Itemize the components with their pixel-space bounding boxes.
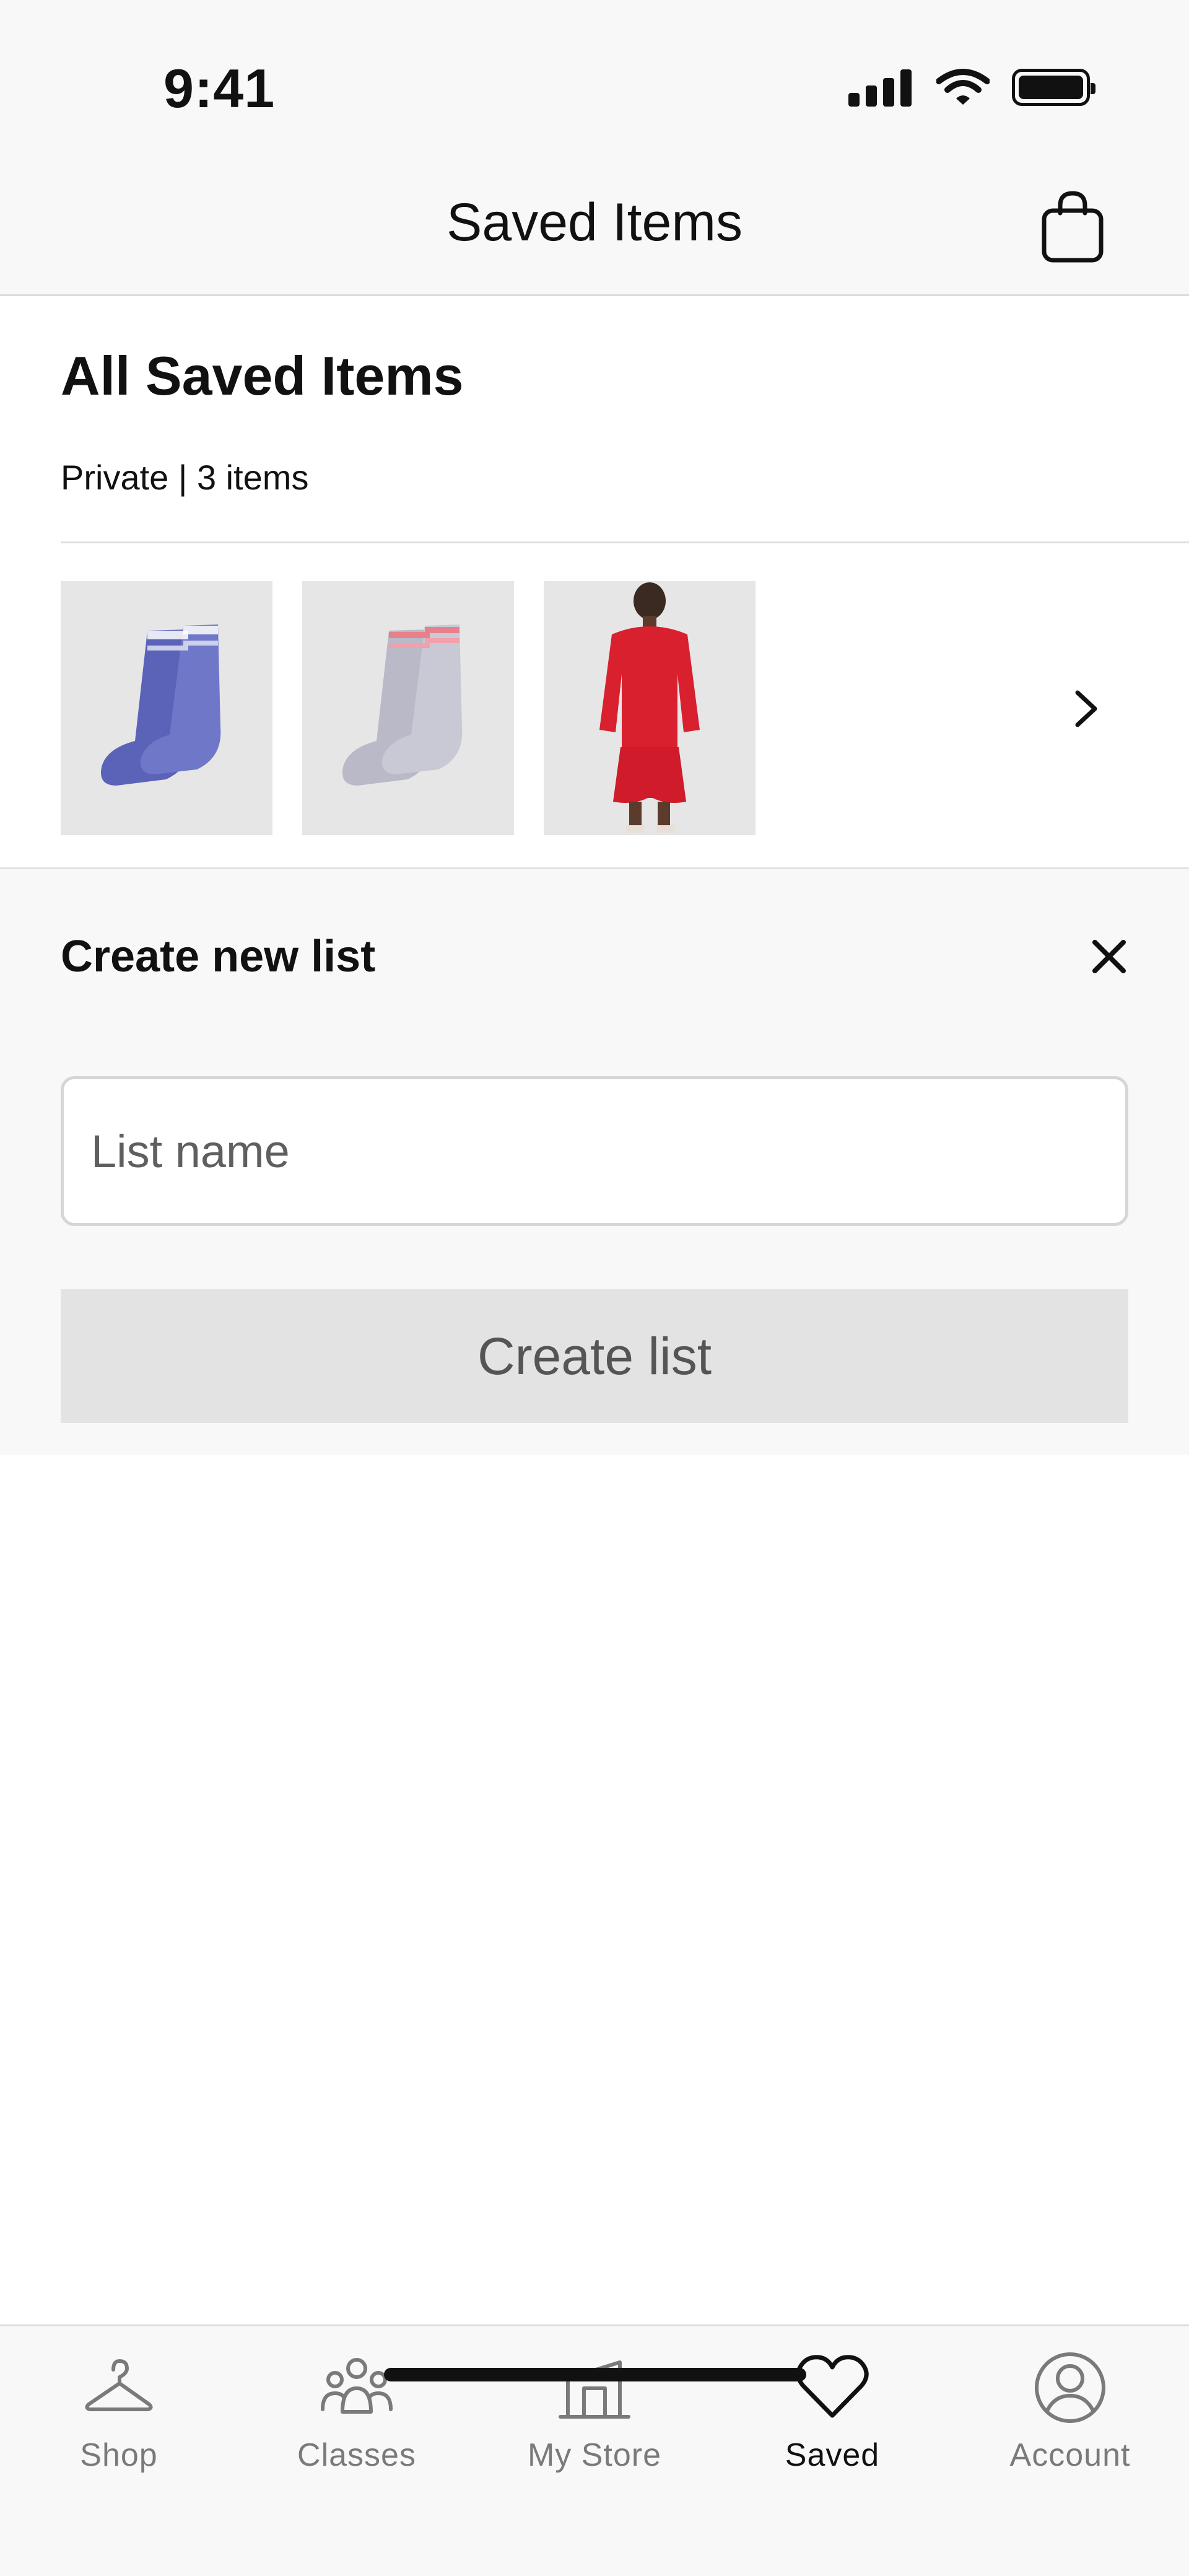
list-name-input[interactable]: [61, 1076, 1128, 1226]
saved-items-screen: 9:41 Saved Items All Saved Items Private…: [0, 0, 1189, 2576]
account-icon: [1035, 2352, 1105, 2423]
model-image: [599, 582, 700, 833]
tab-bar: Shop Classes My Store Saved Account: [0, 2324, 1189, 2576]
tab-shop[interactable]: Shop: [0, 2326, 238, 2487]
saved-list-title[interactable]: All Saved Items: [61, 344, 464, 408]
saved-item-thumbnail-grey-socks[interactable]: [302, 581, 514, 835]
divider: [61, 541, 1189, 543]
tab-label: Account: [1009, 2437, 1131, 2473]
wifi-icon: [936, 69, 990, 105]
tab-saved[interactable]: Saved: [713, 2326, 951, 2487]
saved-item-thumbnail-red-jacket[interactable]: [544, 581, 756, 835]
battery-icon: [1012, 69, 1095, 106]
saved-list-meta: Private | 3 items: [61, 458, 309, 497]
create-list-title: Create new list: [61, 932, 376, 981]
sock-image: [101, 624, 221, 786]
hanger-icon: [85, 2359, 153, 2411]
tab-account[interactable]: Account: [951, 2326, 1189, 2487]
status-icons: [848, 66, 1095, 109]
tab-my-store[interactable]: My Store: [476, 2326, 713, 2487]
home-indicator: [384, 2368, 806, 2381]
create-list-button[interactable]: Create list: [61, 1289, 1128, 1423]
shopping-bag-icon[interactable]: [1040, 190, 1105, 264]
close-icon[interactable]: [1087, 935, 1131, 978]
status-time: 9:41: [163, 58, 276, 119]
saved-item-thumbnail-blue-socks[interactable]: [61, 581, 272, 835]
tab-label: Saved: [785, 2437, 880, 2473]
tab-classes[interactable]: Classes: [238, 2326, 476, 2487]
page-title: Saved Items: [446, 193, 743, 252]
store-icon: [559, 2360, 630, 2419]
top-bar: 9:41 Saved Items: [0, 0, 1189, 296]
tab-label: My Store: [527, 2437, 662, 2473]
sock-image: [342, 624, 463, 786]
chevron-right-icon[interactable]: [1069, 688, 1104, 730]
cellular-signal-icon: [848, 68, 912, 107]
tab-label: Classes: [297, 2437, 416, 2473]
heart-icon: [796, 2355, 869, 2418]
people-icon: [321, 2358, 393, 2414]
tab-label: Shop: [80, 2437, 158, 2473]
create-list-panel: Create new list Create list: [0, 869, 1189, 1455]
